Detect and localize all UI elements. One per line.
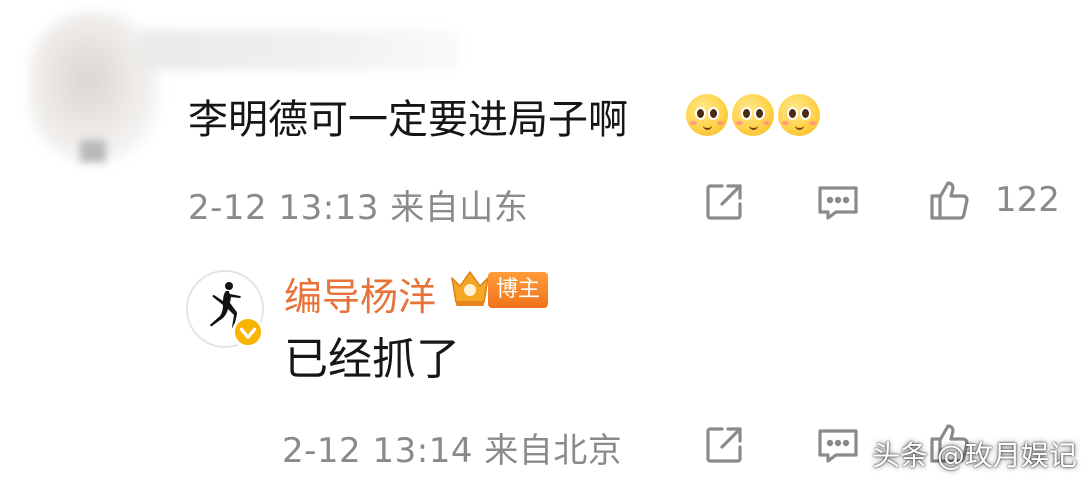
blur-artifact xyxy=(80,140,106,162)
comment-meta: 2-12 13:13 来自山东 xyxy=(188,180,528,229)
comment-text: 李明德可一定要进局子啊 xyxy=(188,97,628,143)
blurred-username xyxy=(140,30,460,70)
blogger-badge: 博主 xyxy=(488,272,549,308)
reply-time: 2-12 13:14 xyxy=(282,431,473,471)
reply-author-name[interactable]: 编导杨洋 xyxy=(284,266,436,321)
like-icon[interactable] xyxy=(926,176,974,224)
pleading-face-icon xyxy=(732,94,774,136)
share-icon[interactable] xyxy=(700,421,748,469)
reply-icon[interactable] xyxy=(814,421,862,469)
reply-meta: 2-12 13:14 来自北京 xyxy=(282,423,622,472)
share-icon[interactable] xyxy=(700,178,748,226)
pleading-face-icon xyxy=(686,94,728,136)
comment-time: 2-12 13:13 xyxy=(188,188,379,228)
pleading-face-icon xyxy=(778,94,820,136)
emoji-row xyxy=(686,94,820,136)
like-count: 122 xyxy=(995,180,1060,220)
reply-location: 来自北京 xyxy=(484,431,623,471)
source-watermark: 头条 @玫月娱记 xyxy=(872,439,1077,472)
reply-text: 已经抓了 xyxy=(284,334,460,385)
verified-badge-icon xyxy=(232,316,264,348)
comment-location: 来自山东 xyxy=(390,188,529,228)
reply-icon[interactable] xyxy=(814,178,862,226)
crown-icon xyxy=(448,268,492,308)
